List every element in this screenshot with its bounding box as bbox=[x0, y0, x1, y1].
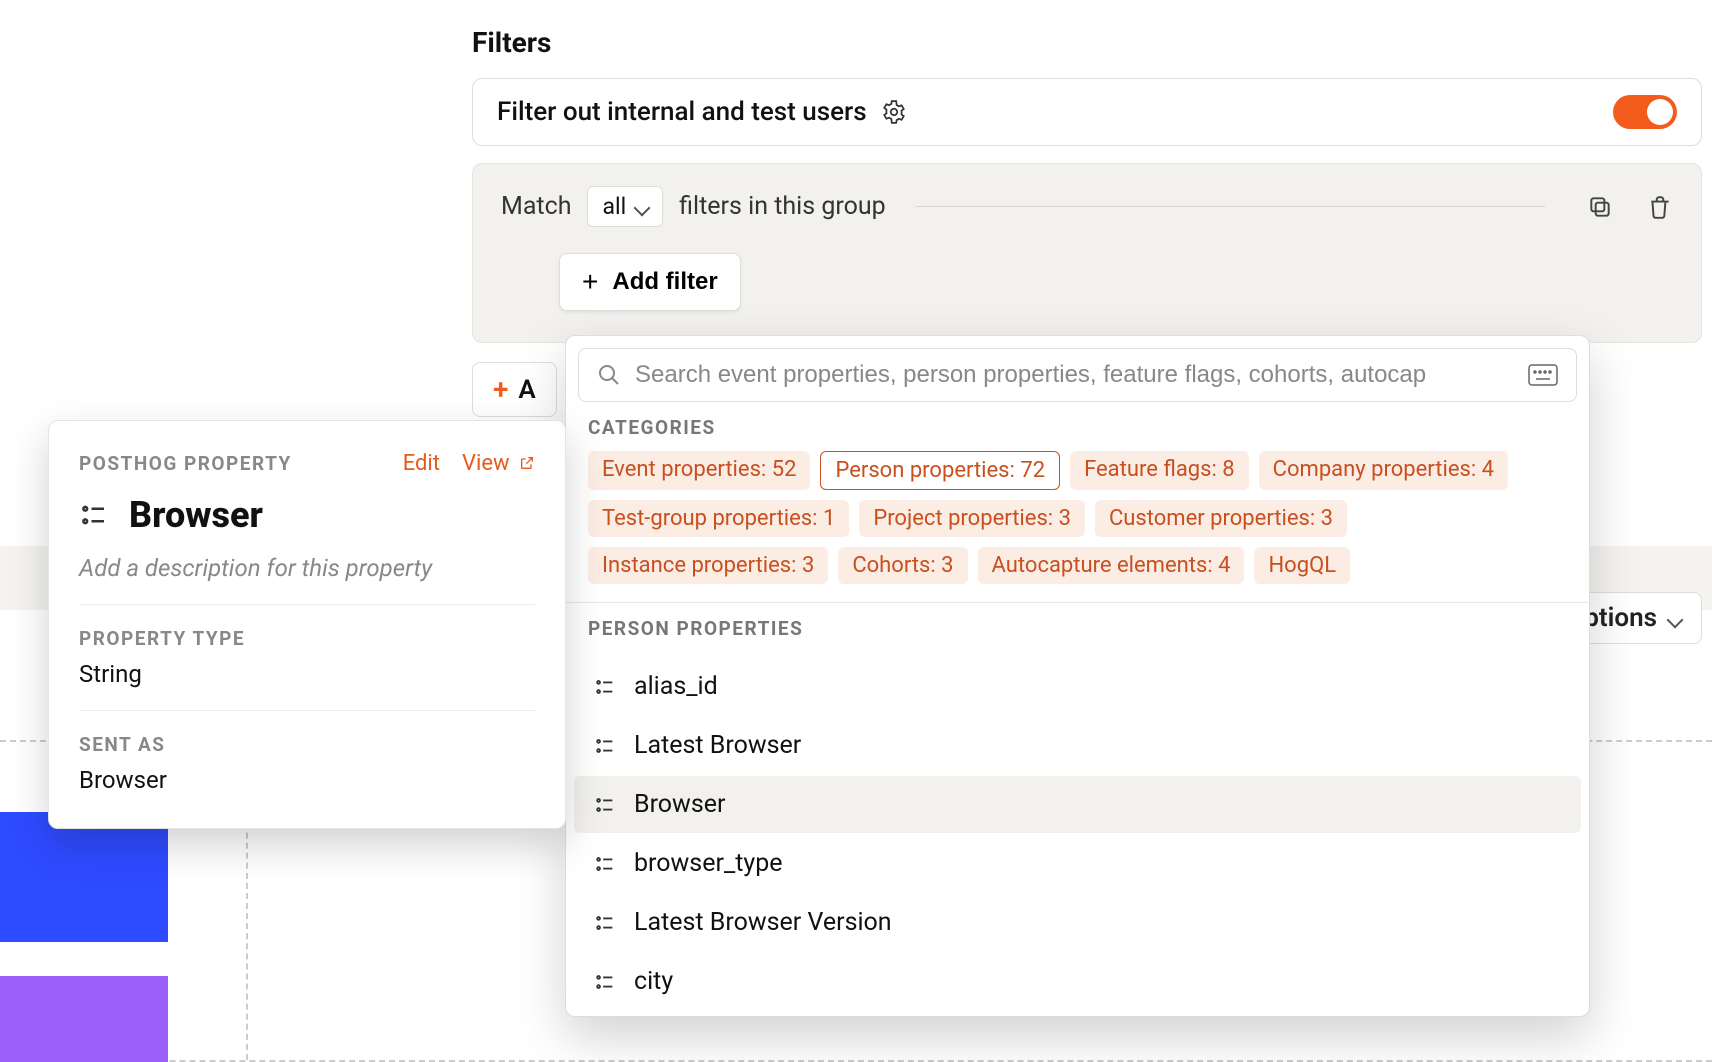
property-list[interactable]: alias_id Latest Browser Browser browser_typ… bbox=[566, 652, 1589, 1016]
property-item[interactable]: city bbox=[574, 953, 1581, 1010]
property-item[interactable]: Browser bbox=[574, 776, 1581, 833]
property-type-value: String bbox=[79, 660, 535, 688]
tooltip-divider bbox=[79, 604, 535, 605]
chart-bar-blue bbox=[0, 812, 168, 942]
category-pill[interactable]: Autocapture elements: 4 bbox=[978, 547, 1245, 584]
property-item-label: Latest Browser Version bbox=[634, 908, 892, 937]
property-item-label: city bbox=[634, 967, 673, 996]
category-pill[interactable]: HogQL bbox=[1254, 547, 1350, 584]
keyboard-icon[interactable] bbox=[1528, 364, 1558, 386]
category-pill[interactable]: Test-group properties: 1 bbox=[588, 500, 849, 537]
chevron-down-icon bbox=[1669, 603, 1681, 633]
category-pills: Event properties: 52 Person properties: 7… bbox=[566, 451, 1589, 602]
tooltip-divider bbox=[79, 710, 535, 711]
property-item-label: alias_id bbox=[634, 672, 718, 701]
property-item-label: Latest Browser bbox=[634, 731, 801, 760]
external-link-icon bbox=[519, 455, 535, 471]
list-icon bbox=[594, 971, 616, 993]
internal-users-toggle[interactable] bbox=[1613, 95, 1677, 129]
edit-link[interactable]: Edit bbox=[403, 451, 440, 476]
filter-group: Match all filters in this group Add filt… bbox=[472, 163, 1702, 343]
category-pill[interactable]: Customer properties: 3 bbox=[1095, 500, 1347, 537]
list-icon bbox=[594, 853, 616, 875]
category-pill[interactable]: Cohorts: 3 bbox=[838, 547, 967, 584]
list-icon bbox=[594, 912, 616, 934]
filter-selector-popover: CATEGORIES Event properties: 52 Person pr… bbox=[565, 335, 1590, 1017]
tooltip-description-placeholder[interactable]: Add a description for this property bbox=[79, 554, 535, 582]
property-type-label: PROPERTY TYPE bbox=[79, 627, 535, 650]
category-pill[interactable]: Project properties: 3 bbox=[859, 500, 1085, 537]
list-icon bbox=[594, 676, 616, 698]
category-pill[interactable]: Instance properties: 3 bbox=[588, 547, 828, 584]
sent-as-label: SENT AS bbox=[79, 733, 535, 756]
property-item[interactable]: Latest Browser Version bbox=[574, 894, 1581, 951]
search-input[interactable] bbox=[635, 361, 1514, 389]
group-divider bbox=[916, 206, 1545, 207]
list-icon bbox=[594, 794, 616, 816]
filter-out-internal-label: Filter out internal and test users bbox=[497, 97, 867, 127]
tooltip-kicker: POSTHOG PROPERTY bbox=[79, 452, 292, 475]
plus-icon bbox=[582, 266, 598, 298]
gear-icon[interactable] bbox=[881, 99, 907, 125]
categories-heading: CATEGORIES bbox=[588, 416, 1567, 439]
add-filter-group-partial: A bbox=[518, 375, 535, 405]
search-container bbox=[578, 348, 1577, 402]
popover-divider bbox=[566, 602, 1589, 603]
view-link[interactable]: View bbox=[462, 451, 535, 476]
sent-as-value: Browser bbox=[79, 766, 535, 794]
property-item-label: Browser bbox=[634, 790, 725, 819]
view-link-text: View bbox=[462, 451, 510, 476]
person-properties-heading: PERSON PROPERTIES bbox=[588, 617, 1567, 640]
filter-out-internal-row: Filter out internal and test users bbox=[472, 78, 1702, 146]
delete-group-button[interactable] bbox=[1647, 194, 1673, 220]
chevron-down-icon bbox=[636, 193, 648, 220]
property-item[interactable]: alias_id bbox=[574, 658, 1581, 715]
add-filter-group-button[interactable]: + A bbox=[472, 362, 557, 417]
property-item[interactable]: Latest Browser bbox=[574, 717, 1581, 774]
list-icon bbox=[79, 500, 109, 530]
match-mode-select[interactable]: all bbox=[587, 186, 663, 227]
property-item[interactable]: browser_type bbox=[574, 835, 1581, 892]
add-filter-button[interactable]: Add filter bbox=[559, 253, 741, 311]
category-pill[interactable]: Person properties: 72 bbox=[820, 451, 1060, 490]
add-filter-label: Add filter bbox=[612, 268, 717, 296]
plus-icon: + bbox=[493, 373, 508, 406]
duplicate-group-button[interactable] bbox=[1587, 194, 1613, 220]
category-pill[interactable]: Company properties: 4 bbox=[1259, 451, 1508, 490]
list-icon bbox=[594, 735, 616, 757]
chart-bar-purple bbox=[0, 976, 168, 1062]
match-label: Match bbox=[501, 192, 571, 221]
category-pill[interactable]: Feature flags: 8 bbox=[1070, 451, 1249, 490]
match-mode-value: all bbox=[602, 193, 626, 220]
tooltip-title-text: Browser bbox=[129, 494, 263, 536]
filters-heading: Filters bbox=[472, 26, 551, 59]
category-pill[interactable]: Event properties: 52 bbox=[588, 451, 810, 490]
property-item-label: browser_type bbox=[634, 849, 783, 878]
search-icon bbox=[597, 363, 621, 387]
filters-in-group-text: filters in this group bbox=[679, 192, 886, 221]
property-tooltip: POSTHOG PROPERTY Edit View Browser Add a… bbox=[48, 420, 566, 829]
